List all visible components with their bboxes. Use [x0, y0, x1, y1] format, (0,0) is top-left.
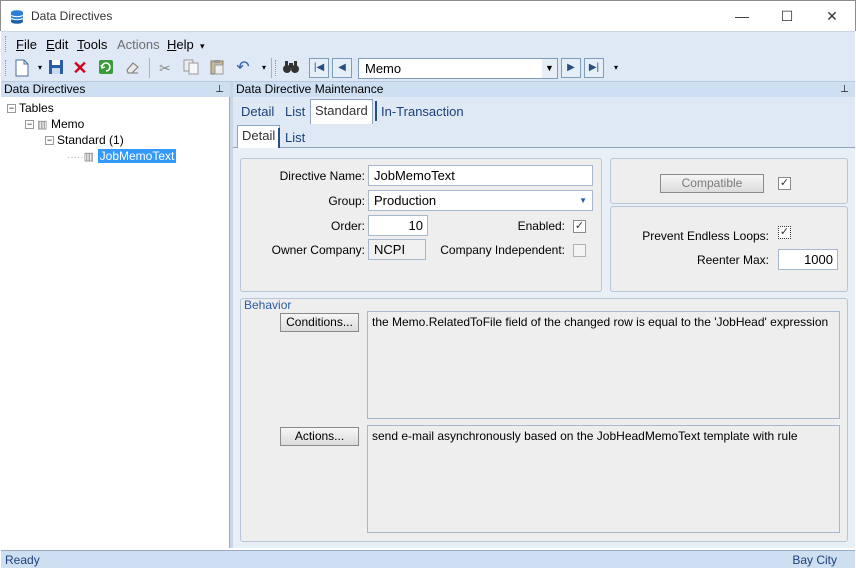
tree-node-standard[interactable]: − Standard (1) — [45, 132, 124, 148]
tab-standard[interactable]: Standard — [310, 99, 373, 124]
close-button[interactable]: ✕ — [809, 1, 855, 32]
right-panel-header: Data Directive Maintenance ⊥ — [233, 82, 855, 97]
tree-node-directive[interactable]: ·····▥ JobMemoText — [67, 148, 177, 164]
reenter-max-label: Reenter Max: — [696, 253, 769, 267]
left-panel-title: Data Directives — [4, 82, 86, 96]
status-bar: Ready Bay City — [1, 550, 855, 568]
group-select[interactable]: Production ▼ — [368, 190, 593, 211]
cut-icon[interactable]: ✂ — [156, 59, 174, 77]
copy-icon[interactable] — [182, 59, 200, 77]
database-icon — [9, 9, 25, 25]
collapse-icon[interactable]: − — [45, 136, 54, 146]
tree-node-memo[interactable]: − ▥ Memo — [25, 116, 84, 132]
directive-groupbox: Directive Name: JobMemoText Group: Produ… — [240, 158, 602, 292]
collapse-icon[interactable]: − — [25, 120, 34, 130]
owner-company-label: Owner Company: — [271, 243, 365, 257]
menu-tools[interactable]: Tools — [77, 37, 107, 52]
window-title: Data Directives — [31, 9, 113, 23]
sub-tabs: Detail List — [233, 124, 855, 149]
enabled-checkbox[interactable]: ✓ — [573, 220, 586, 233]
conditions-text[interactable]: the Memo.RelatedToFile field of the chan… — [367, 311, 840, 419]
status-location: Bay City — [792, 553, 837, 567]
reenter-max-field[interactable]: 1000 — [778, 249, 838, 270]
tab-divider — [278, 128, 280, 148]
menu-overflow-icon[interactable]: ▾ — [200, 41, 205, 52]
directive-name-field[interactable]: JobMemoText — [368, 165, 593, 186]
toolbar-grip — [275, 60, 278, 76]
chevron-down-icon[interactable]: ▼ — [542, 59, 557, 78]
save-icon[interactable] — [47, 59, 65, 77]
toolbar-separator — [149, 58, 150, 78]
detail-content: Directive Name: JobMemoText Group: Produ… — [233, 148, 855, 548]
delete-icon[interactable]: ✕ — [71, 59, 89, 77]
menu-file[interactable]: File — [16, 37, 37, 52]
menu-actions[interactable]: Actions — [117, 37, 160, 52]
subtab-detail[interactable]: Detail — [237, 125, 281, 149]
actions-button[interactable]: Actions... — [280, 427, 359, 446]
directive-icon: ▥ — [83, 151, 95, 163]
right-panel-title: Data Directive Maintenance — [236, 82, 384, 96]
subtab-list[interactable]: List — [281, 128, 309, 148]
tree-node-tables[interactable]: − Tables — [7, 100, 54, 116]
refresh-icon[interactable] — [97, 59, 115, 77]
record-value: Memo — [365, 61, 402, 76]
title-bar: Data Directives — ☐ ✕ — [0, 0, 856, 31]
toolbar: ▾ ✕ ✂ ↶ ▾ |◀ ◀ Memo ▼ ▶ ▶| ▾ — [1, 55, 855, 82]
menu-bar: File Edit Tools Actions Help ▾ — [1, 31, 855, 55]
undo-icon[interactable]: ↶ — [234, 59, 252, 77]
compatible-checkbox[interactable]: ✓ — [778, 177, 791, 190]
selected-directive: JobMemoText — [97, 149, 177, 163]
enabled-label: Enabled: — [517, 219, 565, 233]
menu-edit[interactable]: Edit — [46, 37, 68, 52]
pin-icon[interactable]: ⊥ — [840, 82, 849, 97]
pin-icon[interactable]: ⊥ — [215, 82, 224, 97]
left-panel-header: Data Directives ⊥ — [1, 82, 230, 97]
menu-grip — [5, 36, 8, 52]
order-field[interactable]: 10 — [368, 215, 428, 236]
behavior-label: Behavior — [244, 298, 292, 312]
eraser-icon[interactable] — [123, 59, 141, 77]
order-label: Order: — [330, 219, 365, 233]
minimize-button[interactable]: — — [719, 1, 765, 32]
toolbar-overflow-icon[interactable]: ▾ — [607, 59, 625, 77]
maximize-button[interactable]: ☐ — [764, 1, 810, 32]
company-independent-checkbox[interactable] — [573, 244, 586, 257]
prevent-endless-loops-label: Prevent Endless Loops: — [642, 229, 769, 243]
first-record-icon[interactable]: |◀ — [309, 58, 329, 78]
table-icon: ▥ — [37, 119, 48, 131]
directive-name-label: Directive Name: — [279, 169, 365, 183]
status-text: Ready — [5, 553, 40, 567]
binoculars-icon[interactable] — [282, 59, 300, 77]
collapse-icon[interactable]: − — [7, 104, 16, 114]
chevron-down-icon[interactable]: ▼ — [579, 191, 587, 210]
loops-groupbox: Prevent Endless Loops: ✓ Reenter Max: 10… — [610, 206, 848, 292]
last-record-icon[interactable]: ▶| — [584, 58, 604, 78]
tab-in-transaction[interactable]: In-Transaction — [377, 101, 468, 123]
directive-tree: − Tables − ▥ Memo − Standard (1) ·····▥ JobMe… — [1, 97, 230, 548]
company-independent-label: Company Independent: — [440, 243, 565, 257]
behavior-groupbox: Behavior Conditions... the Memo.RelatedT… — [240, 298, 848, 542]
previous-record-icon[interactable]: ◀ — [332, 58, 352, 78]
paste-icon[interactable] — [208, 59, 226, 77]
conditions-button[interactable]: Conditions... — [280, 313, 359, 332]
tab-detail[interactable]: Detail — [237, 101, 278, 123]
new-icon[interactable] — [13, 59, 31, 77]
tab-list[interactable]: List — [281, 101, 309, 123]
menu-help[interactable]: Help — [167, 37, 194, 52]
toolbar-grip — [5, 60, 8, 76]
tree-line: ····· — [67, 152, 84, 163]
group-value: Production — [374, 193, 437, 208]
group-label: Group: — [328, 194, 365, 208]
prevent-endless-loops-checkbox[interactable]: ✓ — [778, 226, 791, 239]
record-selector[interactable]: Memo ▼ — [358, 58, 558, 79]
main-tabs: Detail List Standard In-Transaction — [233, 97, 855, 124]
actions-text[interactable]: send e-mail asynchronously based on the … — [367, 425, 840, 533]
next-record-icon[interactable]: ▶ — [561, 58, 581, 78]
toolbar-separator — [271, 58, 272, 78]
compatible-button[interactable]: Compatible — [660, 174, 764, 193]
compatible-groupbox: Compatible ✓ — [610, 158, 848, 204]
owner-company-field: NCPI — [368, 239, 426, 260]
